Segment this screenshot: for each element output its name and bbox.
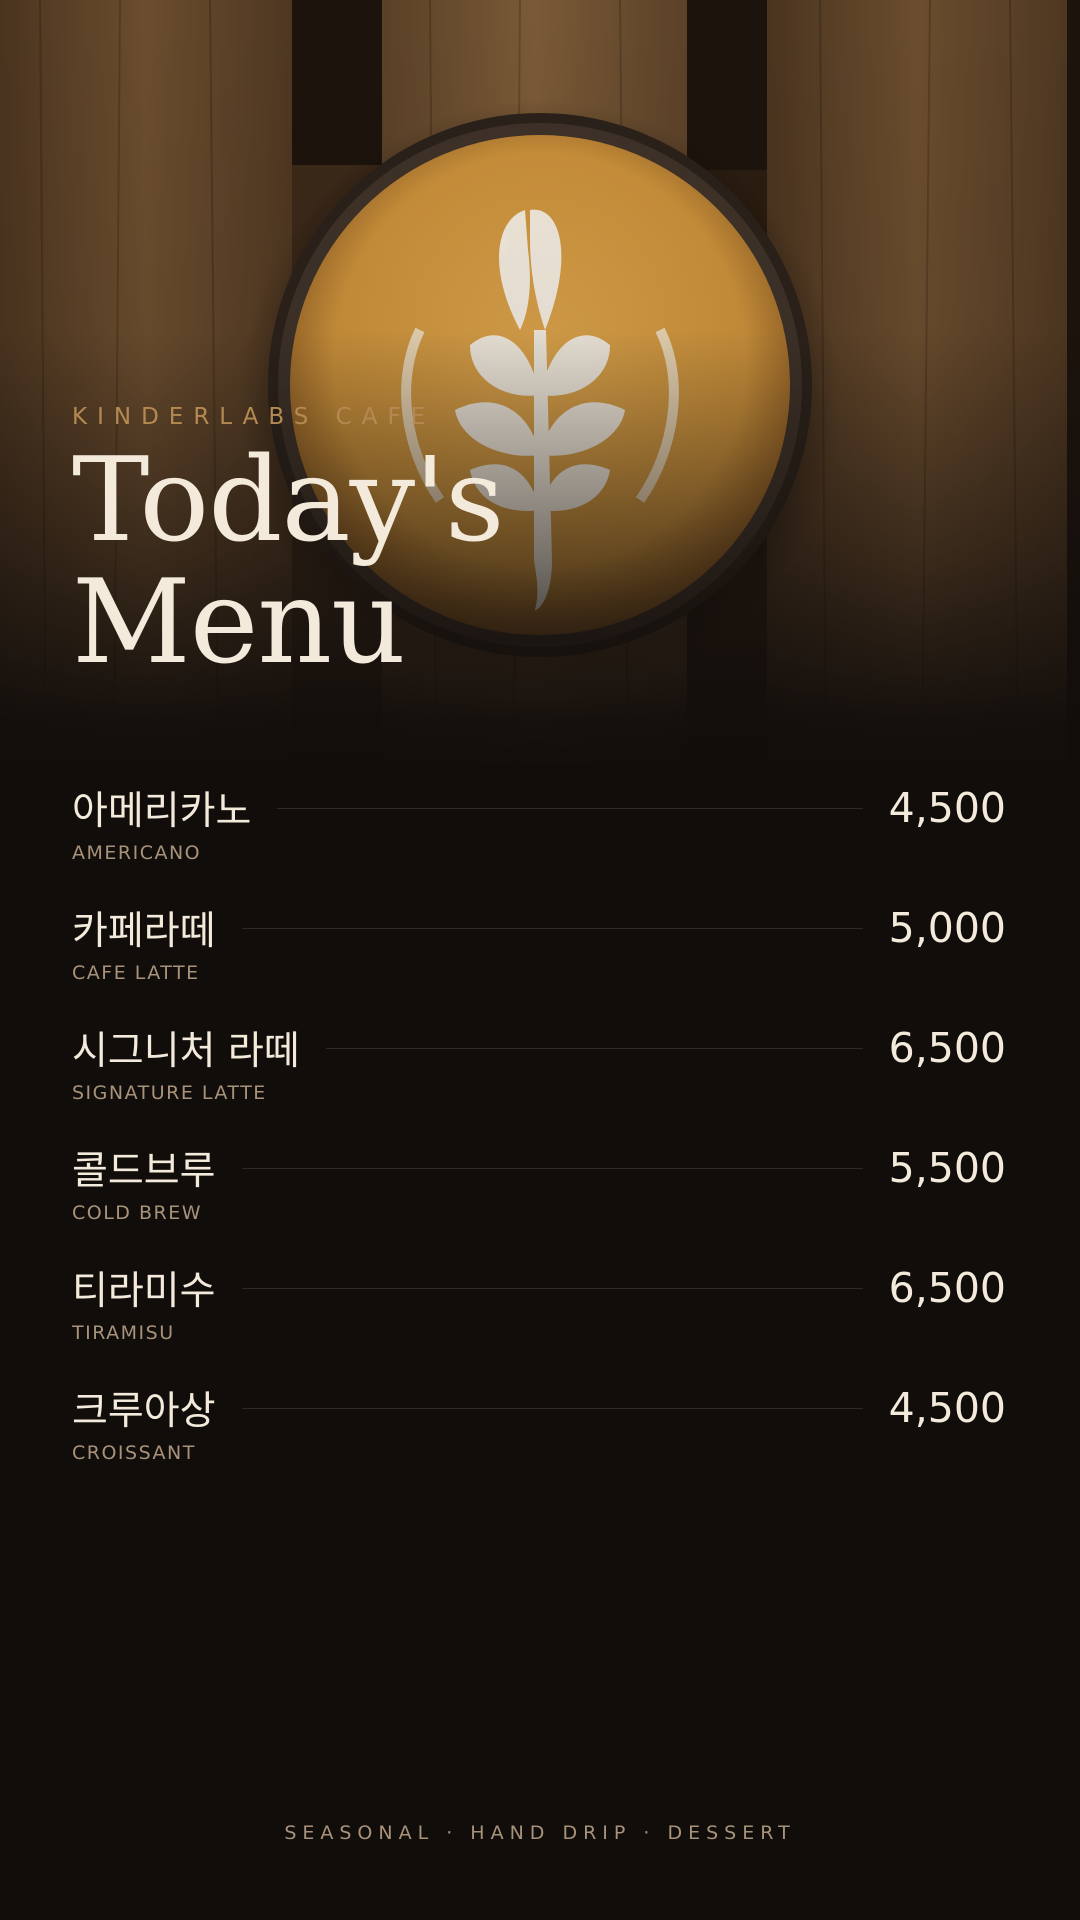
footer-tagline: SEASONAL · HAND DRIP · DESSERT <box>284 1822 796 1844</box>
menu-item: 카페라떼 5,000 CAFE LATTE <box>72 894 1006 1014</box>
item-name-en: COLD BREW <box>72 1202 203 1224</box>
item-name-kr: 크루아상 <box>72 1389 216 1434</box>
menu-item: 시그니처 라떼 6,500 SIGNATURE LATTE <box>72 1014 1006 1134</box>
item-name-en: AMERICANO <box>72 842 202 864</box>
item-name-kr: 시그니처 라떼 <box>72 1029 300 1074</box>
item-name-en: SIGNATURE LATTE <box>72 1082 267 1104</box>
dotted-leader <box>325 1047 863 1049</box>
dotted-leader <box>241 1167 863 1169</box>
item-price: 5,500 <box>888 1144 1006 1192</box>
item-price: 4,500 <box>888 1384 1006 1432</box>
menu-item: 아메리카노 4,500 AMERICANO <box>72 774 1006 894</box>
menu-item: 크루아상 4,500 CROISSANT <box>72 1374 1006 1494</box>
item-name-en: CAFE LATTE <box>72 962 200 984</box>
item-name-kr: 콜드브루 <box>72 1149 216 1194</box>
menu-item: 콜드브루 5,500 COLD BREW <box>72 1134 1006 1254</box>
menu-item: 티라미수 6,500 TIRAMISU <box>72 1254 1006 1374</box>
item-price: 5,000 <box>888 904 1006 952</box>
title-line-1: Today's <box>72 433 505 568</box>
dotted-leader <box>277 807 863 809</box>
item-name-kr: 카페라떼 <box>72 909 216 954</box>
brand-name: KINDERLABS CAFE <box>72 404 436 430</box>
item-name-en: CROISSANT <box>72 1442 196 1464</box>
menu-list: 아메리카노 4,500 AMERICANO 카페라떼 5,000 CAFE LA… <box>72 774 1006 1494</box>
item-price: 6,500 <box>888 1024 1006 1072</box>
title-line-2: Menu <box>72 555 406 690</box>
dotted-leader <box>241 1407 863 1409</box>
item-price: 6,500 <box>888 1264 1006 1312</box>
dotted-leader <box>241 1287 863 1289</box>
page-title: Today's Menu <box>72 440 505 684</box>
item-name-kr: 아메리카노 <box>72 789 252 834</box>
item-price: 4,500 <box>888 784 1006 832</box>
dotted-leader <box>241 927 863 929</box>
item-name-kr: 티라미수 <box>72 1269 216 1314</box>
item-name-en: TIRAMISU <box>72 1322 175 1344</box>
